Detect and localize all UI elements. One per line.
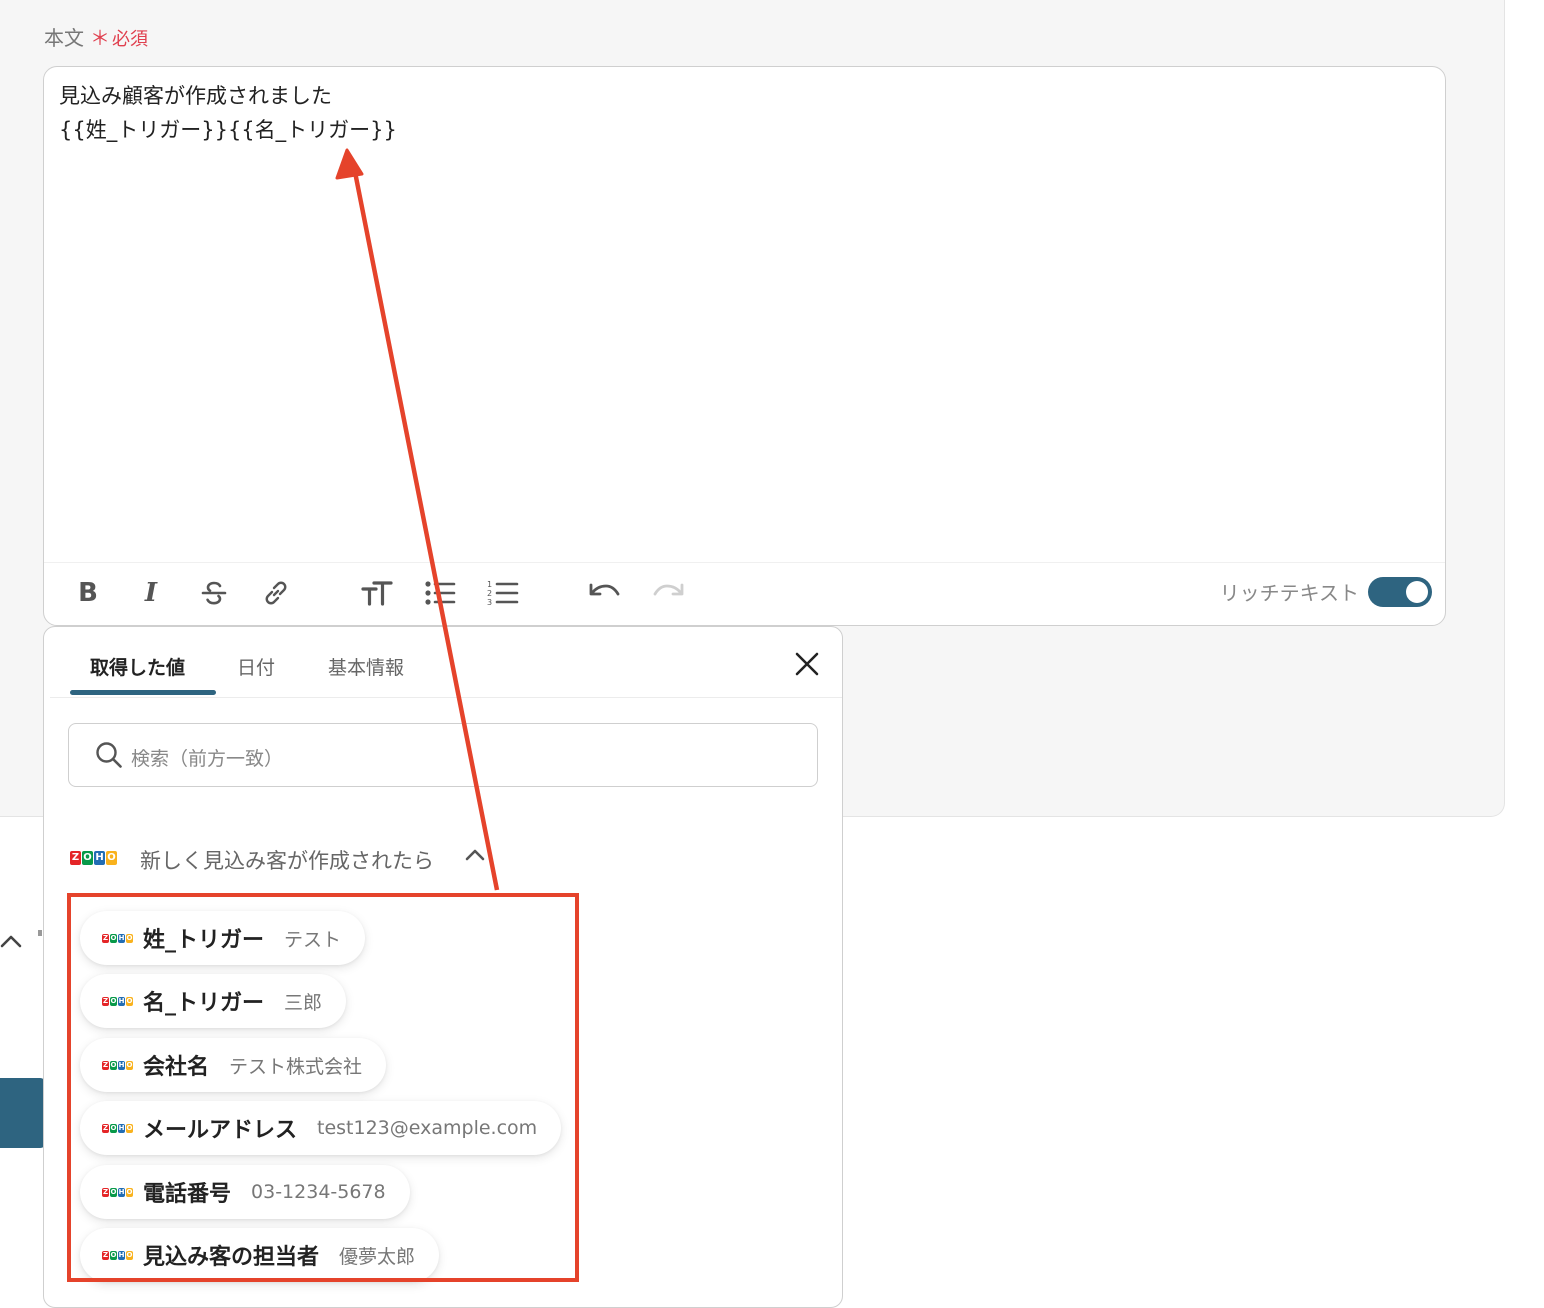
group-title: 新しく見込み客が作成されたら xyxy=(140,849,434,873)
chip-value: test123@example.com xyxy=(317,1117,538,1139)
rich-text-label: リッチテキスト xyxy=(1219,581,1359,605)
field-label-text: 本文 xyxy=(44,26,84,50)
required-text: 必須 xyxy=(112,29,148,50)
zoho-logo-icon: ZOHO xyxy=(102,996,133,1006)
bold-icon: B xyxy=(78,578,98,608)
search-field[interactable]: 検索（前方一致） xyxy=(68,723,818,787)
bullet-list-icon xyxy=(425,581,456,605)
required-star: ＊ xyxy=(90,26,110,50)
field-label: 本文＊必須 xyxy=(44,22,148,51)
numbered-list-icon: 123 xyxy=(487,580,519,607)
text-size-icon xyxy=(361,581,393,606)
zoho-logo-icon: ZOHO xyxy=(102,1060,133,1070)
font-size-button[interactable] xyxy=(357,573,397,613)
variable-chip-phone[interactable]: ZOHO 電話番号 03-1234-5678 xyxy=(80,1165,410,1219)
zoho-logo-icon: ZOHO xyxy=(102,1250,133,1260)
chip-value: テスト株式会社 xyxy=(229,1055,363,1078)
tab-fetched-values[interactable]: 取得した値 xyxy=(90,653,185,680)
zoho-logo-icon: ZOHO xyxy=(70,851,117,865)
redo-icon xyxy=(653,583,684,596)
editor-toolbar: B I 123 リッチテキスト xyxy=(44,562,1445,625)
variable-chip-first-name[interactable]: ZOHO 名_トリガー 三郎 xyxy=(80,974,347,1028)
close-button[interactable] xyxy=(792,649,822,679)
svg-text:2: 2 xyxy=(487,589,492,598)
italic-button[interactable]: I xyxy=(131,573,171,613)
strikethrough-button[interactable] xyxy=(194,573,234,613)
variable-chip-company[interactable]: ZOHO 会社名 テスト株式会社 xyxy=(80,1038,387,1092)
editor-content[interactable]: 見込み顧客が作成されました {{姓_トリガー}}{{名_トリガー}} xyxy=(59,79,397,147)
collapse-chevron-icon[interactable] xyxy=(0,926,22,956)
search-input[interactable]: 検索（前方一致） xyxy=(131,744,283,771)
zoho-logo-icon: ZOHO xyxy=(102,933,133,943)
link-button[interactable] xyxy=(256,573,296,613)
bullet-list-button[interactable] xyxy=(420,573,460,613)
undo-icon xyxy=(589,583,620,596)
chip-name: メールアドレス xyxy=(143,1118,298,1143)
chip-name: 電話番号 xyxy=(143,1182,232,1207)
italic-icon: I xyxy=(144,578,158,608)
strikethrough-icon xyxy=(201,581,227,605)
chip-value: 03-1234-5678 xyxy=(251,1181,386,1203)
chip-value: テスト xyxy=(284,928,342,951)
zoho-logo-icon: ZOHO xyxy=(102,1187,133,1197)
variable-chip-owner[interactable]: ZOHO 見込み客の担当者 優夢太郎 xyxy=(80,1228,440,1282)
link-icon xyxy=(265,581,287,605)
chip-name: 見込み客の担当者 xyxy=(143,1245,320,1270)
close-icon xyxy=(795,652,819,676)
numbered-list-button[interactable]: 123 xyxy=(483,573,523,613)
body-editor[interactable]: 見込み顧客が作成されました {{姓_トリガー}}{{名_トリガー}} B I 1… xyxy=(43,66,1446,626)
variable-chip-email[interactable]: ZOHO メールアドレス test123@example.com xyxy=(80,1101,562,1155)
chip-name: 会社名 xyxy=(143,1055,210,1080)
partial-text xyxy=(38,930,42,936)
chevron-up-icon[interactable] xyxy=(464,847,486,863)
variable-picker-popover: 取得した値 日付 基本情報 検索（前方一致） ZOHO 新しく見込み客が作成され… xyxy=(43,626,843,1308)
active-tab-indicator xyxy=(70,690,216,695)
chip-value: 三郎 xyxy=(284,991,323,1014)
svg-text:1: 1 xyxy=(487,580,492,589)
svg-text:3: 3 xyxy=(487,598,492,607)
toggle-knob xyxy=(1406,581,1428,603)
editor-line-1: 見込み顧客が作成されました xyxy=(59,84,332,108)
undo-button[interactable] xyxy=(585,573,625,613)
rich-text-toggle[interactable] xyxy=(1368,577,1432,607)
tab-basic-info[interactable]: 基本情報 xyxy=(328,653,404,680)
chip-name: 姓_トリガー xyxy=(143,928,265,953)
search-icon xyxy=(96,742,122,768)
primary-button-partial[interactable] xyxy=(0,1078,46,1148)
redo-button[interactable] xyxy=(648,573,688,613)
picker-tabs: 取得した値 日付 基本情報 xyxy=(50,627,842,698)
chip-name: 名_トリガー xyxy=(143,991,265,1016)
zoho-logo-icon: ZOHO xyxy=(102,1123,133,1133)
variable-chip-last-name[interactable]: ZOHO 姓_トリガー テスト xyxy=(80,911,366,965)
chip-value: 優夢太郎 xyxy=(339,1245,416,1268)
bold-button[interactable]: B xyxy=(68,573,108,613)
editor-line-2: {{姓_トリガー}}{{名_トリガー}} xyxy=(59,118,397,142)
tab-date[interactable]: 日付 xyxy=(237,653,275,680)
